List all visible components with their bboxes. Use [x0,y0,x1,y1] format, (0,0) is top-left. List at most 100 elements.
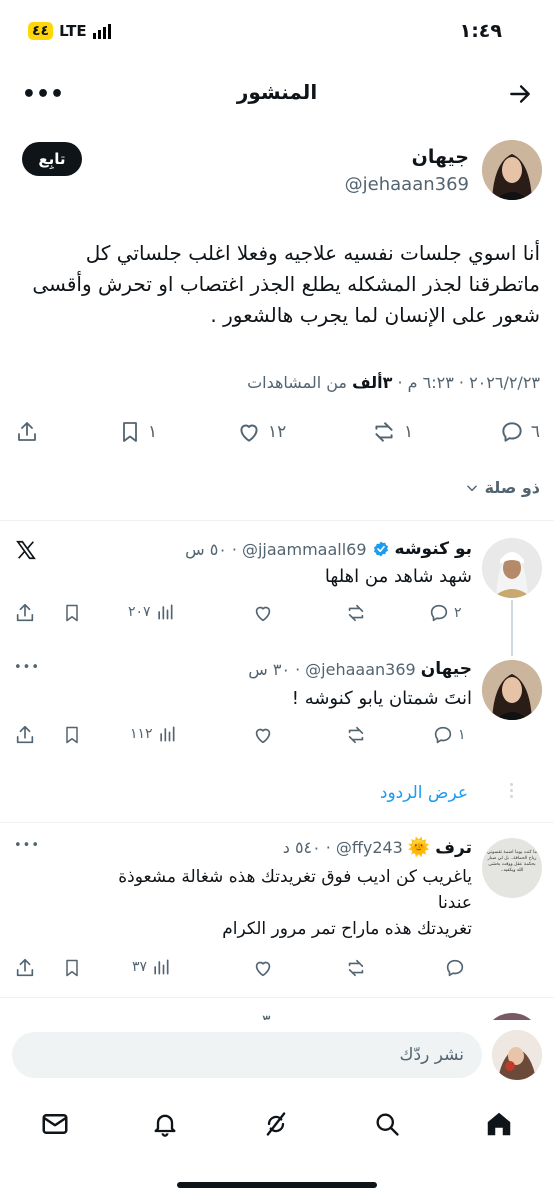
repost-count: ١ [404,422,414,442]
avatar[interactable] [482,140,542,200]
repost-icon[interactable] [344,724,368,746]
reply-time: ٥٠ س [185,539,227,559]
share-icon[interactable] [14,724,36,746]
post-meta: ٢٠٢٦/٢/٢٣ · ٦:٢٣ م · ٣ألف من المشاهدات [247,373,540,392]
home-icon[interactable] [481,1106,517,1142]
views-chart-icon [157,724,177,744]
network-label: LTE [59,22,87,40]
bookmark-count: ١ [148,422,158,442]
battery-icon: ٤٤ [28,22,54,40]
reply-text-line: عندنا [437,893,472,913]
heart-icon[interactable] [252,724,274,746]
divider [0,822,554,823]
follow-button[interactable]: تابِع [22,142,82,176]
status-bar: ٤٤ LTE ١:٤٩ [0,0,554,60]
repost-button[interactable]: ١ [370,419,413,445]
repost-icon[interactable] [344,957,368,979]
reply-views[interactable]: ٢٠٧ [128,602,175,622]
reply-avatar[interactable] [482,660,542,720]
relevance-filter[interactable]: ذو صلة [465,478,540,497]
more-options-icon[interactable]: ••• [14,660,40,675]
chevron-down-icon [465,481,479,495]
reply-author-name[interactable]: ترف [435,838,472,858]
show-replies-link[interactable]: عرض الردود [380,783,468,803]
reply-handle[interactable]: @jjaammaall69 [242,540,367,559]
reply-header: بو كنوشه @jjaammaall69 · ٥٠ س [185,539,472,559]
reply-text: ياغريب كن اديب فوق تغريدتك هذه شغالة مشع… [12,864,472,942]
home-indicator [177,1182,377,1188]
reply-views-count: ١١٢ [130,726,153,742]
notifications-bell-icon[interactable] [147,1106,183,1142]
reply-button[interactable]: ٦ [499,419,540,445]
author-handle[interactable]: @jehaaan369 [345,174,469,195]
x-logo-icon [14,538,38,562]
reply-reply-button[interactable]: ١ [432,724,466,746]
reply-thread-line [511,600,513,656]
heart-icon[interactable] [252,957,274,979]
views-chart-icon [151,957,171,977]
reply-icon [432,724,454,746]
share-icon[interactable] [14,602,36,624]
reply-reply-button[interactable]: ٢ [428,602,462,624]
reply-views[interactable]: ٣٧ [132,957,171,977]
reply-views[interactable]: ١١٢ [130,724,177,744]
reply-handle[interactable]: @jehaaan369 [305,660,416,679]
reply-author-name[interactable]: بو كنوشه [395,539,472,559]
thread-dots [510,783,513,798]
messages-envelope-icon[interactable] [37,1106,73,1142]
like-count: ١٢ [268,422,287,442]
reply-views-count: ٢٠٧ [128,604,151,620]
reply-reply-count: ٢ [454,605,462,621]
bottom-nav [0,1094,554,1200]
signal-icon [92,23,111,39]
views-label: من المشاهدات [247,373,353,392]
reply-views-count: ٣٧ [132,959,148,975]
composer-avatar [492,1030,542,1080]
reply-reply-count: ١ [458,727,466,743]
share-icon[interactable] [14,419,40,445]
heart-icon [236,419,262,445]
page-title: المنشور [236,80,318,104]
repost-icon [370,419,398,445]
reply-text: شهد شاهد من اهلها [324,566,472,587]
like-button[interactable]: ١٢ [236,419,286,445]
reply-avatar[interactable]: ما كنت يوما اضمة تقسوني رياح الحماقة.. ب… [482,838,542,898]
reply-handle[interactable]: @ffy243 [336,838,403,857]
reply-header: ترف 🌞 @ffy243 · ٥٤٠ د [282,837,472,858]
reply-time: ٥٤٠ د [282,838,321,857]
views-chart-icon [155,602,175,622]
bookmark-button[interactable]: ١ [118,419,157,445]
divider [0,520,554,521]
reply-input[interactable]: نشر ردّك [12,1032,482,1078]
back-arrow-icon[interactable] [506,80,534,108]
author-name[interactable]: جيهان [412,146,469,168]
avatar-quote-text: ما كنت يوما اضمة تقسوني رياح الحماقة.. ب… [487,850,537,873]
grok-icon[interactable] [258,1106,294,1142]
search-icon[interactable] [369,1106,405,1142]
post-datetime: ٢٠٢٦/٢/٢٣ · ٦:٢٣ م · [392,373,540,392]
bookmark-icon[interactable] [62,602,82,624]
reply-avatar[interactable] [482,538,542,598]
reply-time: ٣٠ س [248,659,291,679]
more-options-icon[interactable]: ••• [14,838,40,853]
verified-badge-icon [372,540,390,558]
share-icon[interactable] [14,957,36,979]
heart-icon[interactable] [252,602,274,624]
composer-bar: نشر ردّك [0,1020,554,1094]
reply-text-line: ياغريب كن اديب فوق تغريدتك هذه شغالة مشع… [118,867,472,887]
divider [0,997,554,998]
reply-icon[interactable] [444,957,466,979]
reply-author-name[interactable]: جيهان [421,659,472,679]
reply-header: جيهان @jehaaan369 · ٣٠ س [248,659,472,679]
relevance-label: ذو صلة [484,478,540,497]
sun-emoji: 🌞 [407,837,431,858]
bookmark-icon[interactable] [62,724,82,746]
reply-icon [428,602,450,624]
bookmark-icon [118,419,142,445]
reply-input-placeholder: نشر ردّك [399,1045,464,1065]
bookmark-icon[interactable] [62,957,82,979]
reply-text: انتَ شمتان يابو كنوشه ! [291,688,472,709]
repost-icon[interactable] [344,602,368,624]
clock: ١:٤٩ [459,20,502,42]
partial-reply-row: ٣ [0,1005,554,1021]
